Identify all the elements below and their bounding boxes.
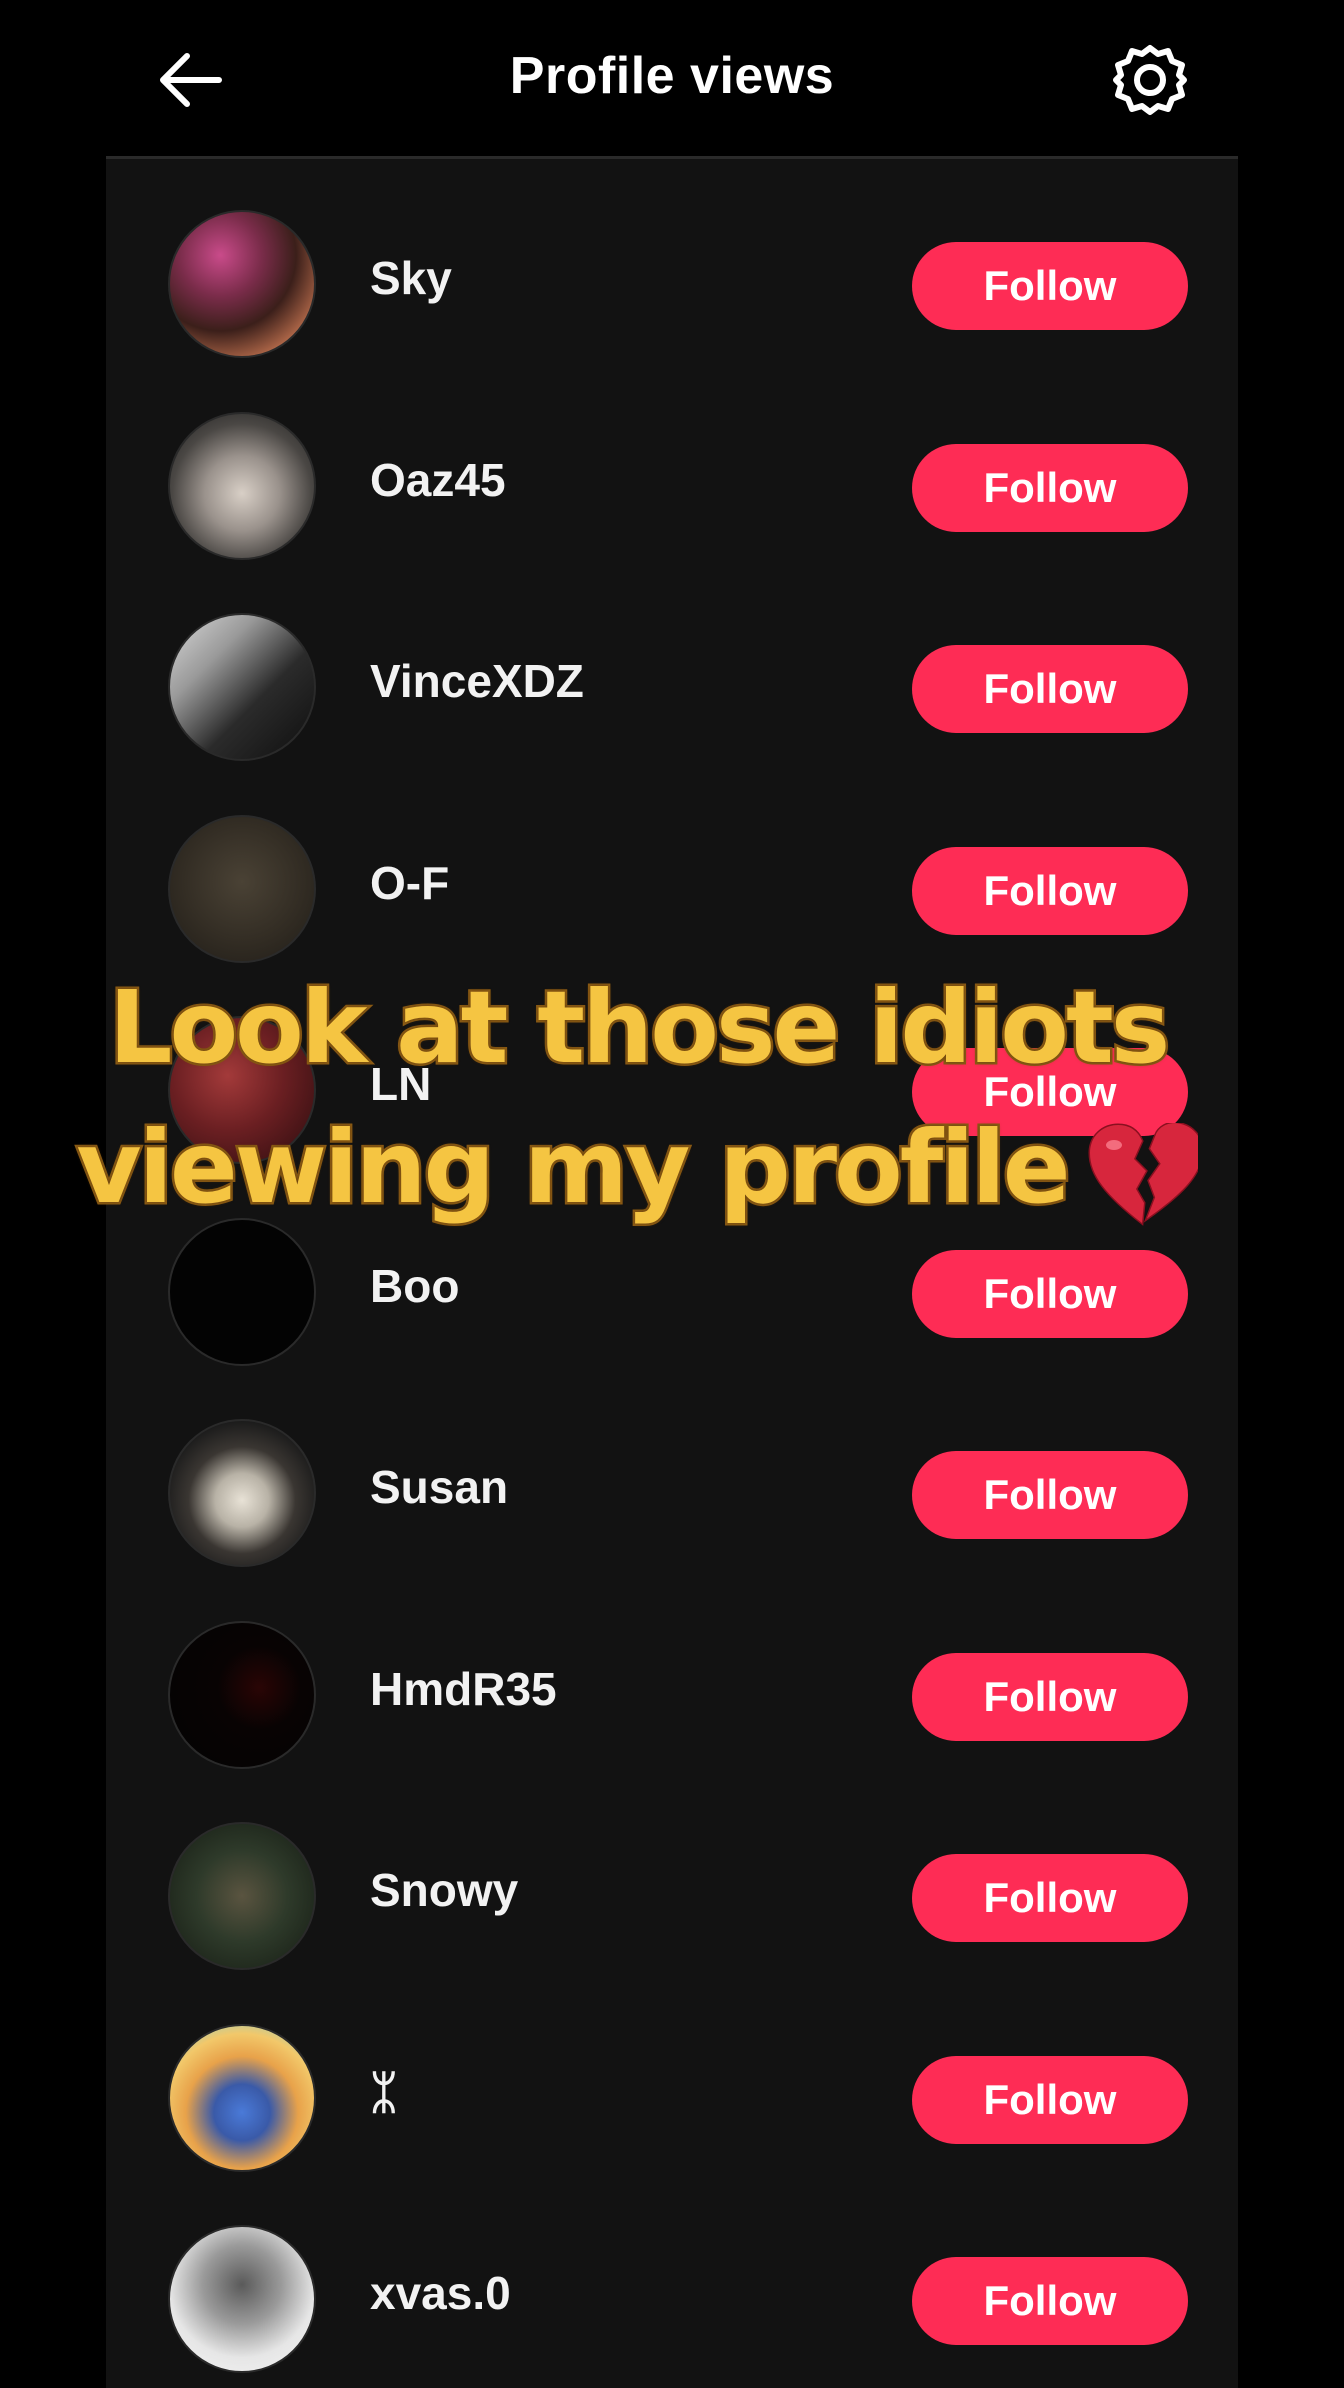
avatar[interactable] (168, 1419, 316, 1567)
settings-button[interactable] (1110, 40, 1190, 120)
avatar[interactable] (168, 1016, 316, 1164)
list-item[interactable]: Susan Follow (106, 1396, 1238, 1598)
follow-button[interactable]: Follow (912, 1249, 1188, 1338)
follow-button[interactable]: Follow (912, 645, 1188, 733)
viewer-list: Sky Follow Oaz45 Follow VinceXDZ Follow … (106, 187, 1238, 2388)
follow-button[interactable]: Follow (912, 846, 1188, 935)
username[interactable]: Sky (370, 251, 452, 305)
avatar[interactable] (168, 613, 316, 761)
list-item[interactable]: Snowy Follow (106, 1799, 1238, 2001)
list-item[interactable]: Boo Follow (106, 1195, 1238, 1397)
follow-button[interactable]: Follow (912, 2257, 1188, 2345)
gear-icon (1113, 45, 1187, 115)
follow-button[interactable]: Follow (912, 1451, 1188, 1539)
list-item[interactable]: VinceXDZ Follow (106, 590, 1238, 792)
username[interactable]: LN (370, 1057, 431, 1111)
profile-views-screen: Profile views Sky Follow Oaz45 Follow Vi… (0, 0, 1344, 2388)
list-item[interactable]: LN Follow (106, 993, 1238, 1195)
username[interactable]: Susan (370, 1460, 508, 1514)
avatar[interactable] (168, 1217, 316, 1366)
avatar[interactable] (168, 1822, 316, 1970)
username[interactable]: VinceXDZ (370, 654, 584, 708)
list-item[interactable]: Sky Follow (106, 187, 1238, 389)
follow-button[interactable]: Follow (912, 242, 1188, 330)
top-bar: Profile views (0, 0, 1344, 158)
avatar[interactable] (168, 210, 316, 358)
list-item[interactable]: ᛯ Follow (106, 2001, 1238, 2203)
follow-button[interactable]: Follow (912, 2055, 1188, 2144)
avatar[interactable] (168, 411, 316, 560)
username[interactable]: Oaz45 (370, 453, 506, 507)
avatar[interactable] (168, 2023, 316, 2172)
avatar[interactable] (168, 2225, 316, 2373)
list-item[interactable]: Oaz45 Follow (106, 389, 1238, 591)
username[interactable]: ᛯ (370, 2065, 398, 2119)
follow-button[interactable]: Follow (912, 1048, 1188, 1136)
username[interactable]: Snowy (370, 1863, 518, 1917)
follow-button[interactable]: Follow (912, 443, 1188, 532)
avatar[interactable] (168, 1620, 316, 1769)
avatar[interactable] (168, 814, 316, 963)
header-divider (106, 156, 1238, 159)
username[interactable]: HmdR35 (370, 1662, 557, 1716)
follow-button[interactable]: Follow (912, 1652, 1188, 1741)
username[interactable]: O-F (370, 856, 449, 910)
follow-button[interactable]: Follow (912, 1854, 1188, 1942)
list-item[interactable]: HmdR35 Follow (106, 1598, 1238, 1800)
list-item[interactable]: O-F Follow (106, 792, 1238, 994)
list-item[interactable]: xvas.0 Follow (106, 2202, 1238, 2388)
username[interactable]: xvas.0 (370, 2266, 511, 2320)
username[interactable]: Boo (370, 1259, 459, 1313)
